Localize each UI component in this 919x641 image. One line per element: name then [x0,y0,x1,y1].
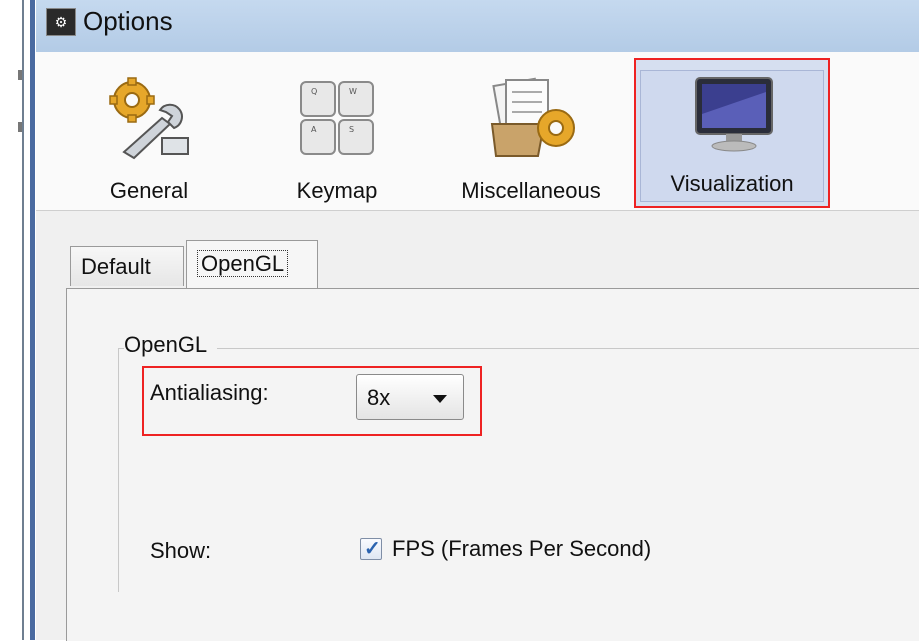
category-keymap-button[interactable]: Q W A S Keymap [272,64,402,210]
fps-checkbox-label[interactable]: FPS (Frames Per Second) [392,536,651,562]
title-bar[interactable]: ⚙ Options [36,0,919,52]
svg-text:Q: Q [311,87,317,96]
svg-text:S: S [349,125,354,134]
group-border-top [118,348,919,349]
fps-checkbox[interactable]: ✓ [360,538,382,560]
background-window-edge [0,0,40,640]
tab-default-label: Default [81,254,151,279]
options-window: ⚙ Options General Q W A S Keymap Miscell… [36,0,919,641]
keyboard-keys-icon: Q W A S [300,81,374,155]
window-title: Options [83,6,173,36]
monitor-icon [695,77,773,152]
svg-text:A: A [311,125,317,134]
checkmark-icon: ✓ [364,538,381,560]
category-miscellaneous-label: Miscellaneous [461,178,601,203]
category-general-label: General [109,178,189,203]
svg-text:W: W [349,87,357,96]
app-icon: ⚙ [46,8,76,36]
antialiasing-select[interactable]: 8x [356,374,464,420]
category-visualization-button[interactable]: Visualization [634,58,830,208]
antialiasing-value: 8x [367,385,391,410]
chevron-down-icon[interactable] [433,395,447,403]
category-visualization-label: Visualization [670,171,794,196]
tab-default[interactable]: Default [70,246,184,286]
gear-wrench-icon [109,77,189,160]
category-keymap-label: Keymap [296,178,378,203]
tab-opengl[interactable]: OpenGL [186,240,318,288]
visualization-content: Default OpenGL OpenGL Antialiasing: 8x S… [66,240,919,641]
options-category-toolbar: General Q W A S Keymap Miscellaneous Visua… [36,52,919,211]
show-label: Show: [150,538,212,563]
tab-opengl-label: OpenGL [197,250,289,277]
category-general-button[interactable]: General [84,64,214,210]
folder-gear-icon [490,77,575,157]
opengl-group-title: OpenGL [124,332,218,358]
antialiasing-label: Antialiasing: [150,380,269,405]
category-miscellaneous-button[interactable]: Miscellaneous [436,64,626,210]
group-border-left [118,348,119,592]
